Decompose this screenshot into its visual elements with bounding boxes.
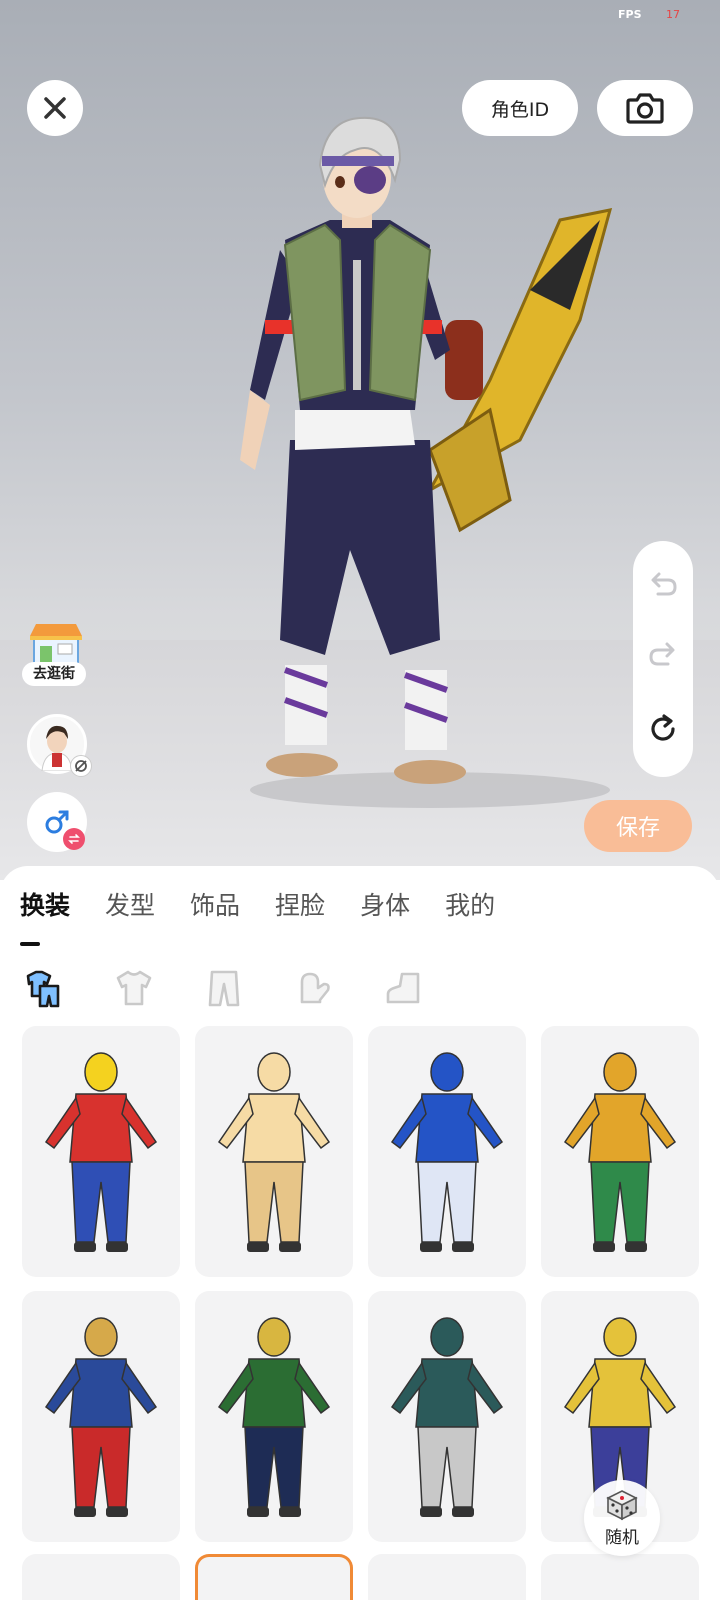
- teddy-bear-outfit-thumbnail: [217, 1051, 331, 1252]
- dice-icon: [606, 1489, 638, 1520]
- eye-off-icon: [75, 760, 87, 772]
- swap-badge: [63, 828, 85, 850]
- outfit-grid: [22, 1026, 702, 1542]
- outfit-card[interactable]: [22, 1291, 180, 1542]
- outfit-card[interactable]: [22, 1554, 180, 1600]
- edit-history-panel: [633, 541, 693, 777]
- fps-label: FPS: [618, 8, 642, 21]
- save-button[interactable]: 保存: [584, 800, 692, 852]
- subcat-top[interactable]: [112, 966, 156, 1010]
- redo-button[interactable]: [647, 637, 679, 669]
- random-button[interactable]: 随机: [584, 1480, 660, 1556]
- save-label: 保存: [615, 816, 660, 841]
- close-button[interactable]: [27, 80, 83, 136]
- dark-knight-outfit-thumbnail: [390, 1316, 504, 1517]
- active-tab-indicator: [20, 942, 40, 946]
- shoe-icon: [386, 972, 420, 1004]
- subcat-gloves[interactable]: [292, 966, 336, 1010]
- go-shopping-button[interactable]: 去逛街: [22, 620, 90, 692]
- undo-icon: [651, 572, 677, 596]
- top-shirt-icon: [116, 970, 152, 1006]
- tab-face[interactable]: 捏脸: [275, 886, 325, 922]
- avatar-preview[interactable]: FPS 17 角色ID 去逛街 保存: [0, 0, 720, 880]
- avatar-character[interactable]: [230, 110, 620, 820]
- redo-icon: [649, 642, 675, 666]
- subcat-shoes[interactable]: [382, 966, 426, 1010]
- tab-accessories[interactable]: 饰品: [190, 886, 240, 922]
- reset-icon: [651, 714, 675, 741]
- outfit-card[interactable]: [541, 1026, 699, 1277]
- jester-outfit-thumbnail: [44, 1051, 158, 1252]
- go-shopping-label: 去逛街: [22, 662, 86, 686]
- tab-outfit[interactable]: 换装: [20, 886, 70, 922]
- random-label: 随机: [605, 1527, 639, 1548]
- reset-button[interactable]: [647, 713, 679, 745]
- close-icon: [44, 97, 66, 119]
- outfit-card[interactable]: [368, 1554, 526, 1600]
- outfit-card[interactable]: [195, 1291, 353, 1542]
- tab-hairstyle[interactable]: 发型: [105, 886, 155, 922]
- hide-badge: [70, 755, 92, 777]
- outfit-card-selected[interactable]: [195, 1554, 353, 1600]
- category-tabs: 换装 发型 饰品 捏脸 身体 我的: [20, 886, 530, 922]
- undo-button[interactable]: [647, 567, 679, 599]
- tab-mine[interactable]: 我的: [445, 886, 495, 922]
- subcat-outfit-set[interactable]: [22, 966, 66, 1010]
- outfit-card[interactable]: [368, 1026, 526, 1277]
- tab-body[interactable]: 身体: [360, 886, 410, 922]
- subcat-pants[interactable]: [202, 966, 246, 1010]
- pants-icon: [208, 970, 240, 1007]
- trickster-god-outfit-thumbnail: [217, 1316, 331, 1517]
- sea-king-outfit-thumbnail: [563, 1051, 677, 1252]
- outfit-card[interactable]: [541, 1554, 699, 1600]
- outfit-grid-next-row: [22, 1554, 702, 1600]
- outfit-card[interactable]: [22, 1026, 180, 1277]
- sword-model: [426, 208, 613, 533]
- shop-icon: [30, 624, 82, 665]
- outfit-card[interactable]: [195, 1026, 353, 1277]
- avatar-thumbnail-button[interactable]: [27, 714, 92, 777]
- gender-switch-button[interactable]: [27, 792, 87, 852]
- glove-icon: [300, 972, 330, 1004]
- outfit-card[interactable]: [368, 1291, 526, 1542]
- swap-icon: [68, 834, 80, 844]
- camera-icon: [626, 93, 664, 124]
- fps-value: 17: [666, 8, 680, 21]
- blue-hedgehog-outfit-thumbnail: [390, 1051, 504, 1252]
- outfit-set-icon: [26, 970, 60, 1008]
- sorcerer-outfit-thumbnail: [44, 1316, 158, 1517]
- subcategory-bar: [22, 966, 472, 1010]
